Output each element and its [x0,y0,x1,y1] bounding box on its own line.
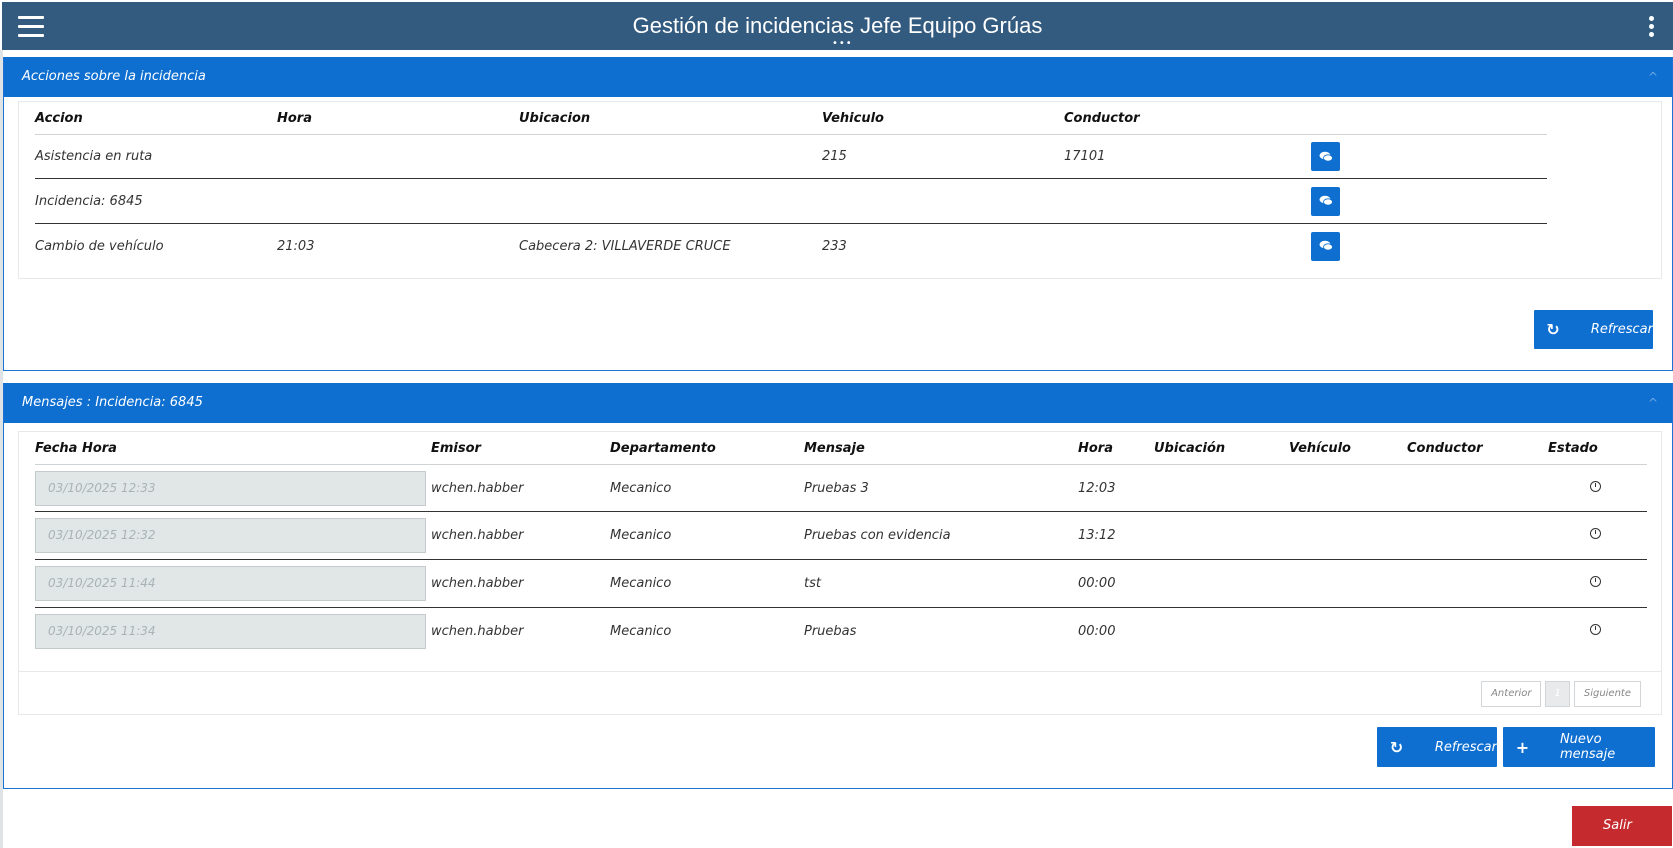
cell-hora: 21:03 [277,238,315,254]
cell-departamento: Mecanico [610,624,672,640]
date-field[interactable]: 03/10/2025 12:33 [35,470,426,506]
col-estado: Estado [1548,432,1647,465]
messages-table: Fecha Hora Emisor Departamento Mensaje H… [35,432,1647,656]
col-vehiculo: Vehículo [1289,432,1407,465]
cell-departamento: Mecanico [610,559,804,608]
cell-hora: 13:12 [1078,511,1154,560]
col-accion: Accion [35,102,277,135]
cell-departamento: Mecanico [610,511,804,560]
cell-conductor [1064,224,1311,269]
pagination: Anterior 1 Siguiente [1481,681,1641,707]
next-page-button[interactable]: Siguiente [1573,681,1641,707]
current-page[interactable]: 1 [1545,681,1570,707]
page-title: Gestión de incidencias Jefe Equipo Grúas [632,13,1043,38]
cell-mensaje: tst [804,559,1078,608]
col-fecha-hora: Fecha Hora [35,432,431,465]
cell-hora: 00:00 [1078,624,1116,640]
refresh-actions-label: Refrescar [1590,322,1653,337]
table-row: Incidencia: 6845 [35,178,1547,224]
refresh-actions-button[interactable]: ↻ Refrescar [1534,310,1653,349]
date-field[interactable]: 03/10/2025 12:32 [35,518,426,553]
comment-icon [1319,151,1333,162]
col-actions [1311,102,1547,135]
clock-icon [1590,480,1601,492]
comment-button[interactable] [1311,231,1340,261]
clock-icon [1590,624,1601,636]
cell-mensaje: Pruebas 3 [804,464,1078,512]
messages-panel-title: Mensajes : Incidencia: 6845 [22,395,203,410]
cell-ubicacion [519,134,822,179]
col-conductor: Conductor [1064,102,1311,135]
drag-handle[interactable]: ••• [832,39,853,49]
cell-ubicacion: Cabecera 2: VILLAVERDE CRUCE [519,238,731,254]
exit-button[interactable]: Salir [1572,806,1672,846]
col-departamento: Departamento [610,432,804,465]
more-options-icon[interactable] [1649,16,1655,40]
cell-accion: Asistencia en ruta [35,134,277,179]
cell-emisor: wchen.habber [431,511,610,560]
refresh-icon: ↻ [1389,737,1404,757]
plus-icon: + [1515,737,1530,757]
actions-table: Accion Hora Ubicacion Vehiculo Conductor… [35,102,1547,269]
refresh-messages-button[interactable]: ↻ Refrescar [1377,727,1497,767]
comment-button[interactable] [1311,142,1340,171]
table-row: 03/10/2025 11:34 wchen.habber Mecanico P… [35,608,1647,656]
table-row: 03/10/2025 12:32 wchen.habber Mecanico P… [35,511,1647,560]
col-vehiculo: Vehiculo [822,102,1064,135]
cell-vehiculo: 215 [822,134,1064,179]
messages-panel: Mensajes : Incidencia: 6845 ^ Fecha Hora… [3,383,1673,789]
actions-table-container: Accion Hora Ubicacion Vehiculo Conductor… [18,101,1662,279]
cell-mensaje: Pruebas [804,624,857,640]
clock-icon [1590,576,1601,587]
comment-button[interactable] [1311,186,1340,216]
cell-vehiculo: 233 [822,238,847,254]
messages-panel-header[interactable]: Mensajes : Incidencia: 6845 ^ [4,383,1672,423]
table-row: Cambio de vehículo 21:03 Cabecera 2: VIL… [35,224,1547,269]
comment-icon [1319,195,1333,206]
collapse-icon[interactable]: ^ [1648,383,1658,423]
cell-conductor: 17101 [1064,134,1311,179]
date-field[interactable]: 03/10/2025 11:44 [35,566,426,601]
table-row: 03/10/2025 11:44 wchen.habber Mecanico t… [35,559,1647,608]
cell-accion: Incidencia: 6845 [35,178,277,224]
col-ubicacion: Ubicacion [519,102,822,135]
col-emisor: Emisor [431,432,610,465]
comment-icon [1319,240,1333,251]
actions-panel: Acciones sobre la incidencia ^ Accion Ho… [3,57,1673,371]
cell-accion: Cambio de vehículo [35,238,164,254]
cell-hora: 12:03 [1078,464,1154,512]
col-conductor: Conductor [1407,432,1548,465]
clock-icon [1590,528,1601,539]
prev-page-button[interactable]: Anterior [1481,681,1542,707]
cell-hora [277,134,519,179]
messages-table-container: Fecha Hora Emisor Departamento Mensaje H… [18,431,1662,671]
cell-hora [277,178,519,224]
cell-vehiculo [822,178,1064,224]
app-header: Gestión de incidencias Jefe Equipo Grúas… [2,2,1673,50]
refresh-icon: ↻ [1546,320,1560,339]
cell-emisor: wchen.habber [431,624,524,640]
cell-emisor: wchen.habber [431,464,610,512]
refresh-messages-label: Refrescar [1434,739,1497,755]
new-message-label: Nuevo mensaje [1559,732,1616,762]
collapse-icon[interactable]: ^ [1648,57,1658,97]
new-message-button[interactable]: + Nuevo mensaje [1503,727,1655,767]
cell-ubicacion [519,178,822,224]
col-hora: Hora [1078,432,1154,465]
date-field[interactable]: 03/10/2025 11:34 [35,614,426,650]
pager-container: Anterior 1 Siguiente [18,671,1662,715]
cell-emisor: wchen.habber [431,559,610,608]
col-ubicacion: Ubicación [1154,432,1289,465]
actions-panel-header[interactable]: Acciones sobre la incidencia ^ [4,57,1672,97]
cell-conductor [1064,178,1311,224]
actions-panel-title: Acciones sobre la incidencia [22,69,206,84]
col-mensaje: Mensaje [804,432,1078,465]
table-row: Asistencia en ruta 215 17101 [35,134,1547,179]
table-row: 03/10/2025 12:33 wchen.habber Mecanico P… [35,464,1647,512]
cell-mensaje: Pruebas con evidencia [804,511,1078,560]
col-hora: Hora [277,102,519,135]
cell-departamento: Mecanico [610,464,804,512]
cell-hora: 00:00 [1078,559,1154,608]
